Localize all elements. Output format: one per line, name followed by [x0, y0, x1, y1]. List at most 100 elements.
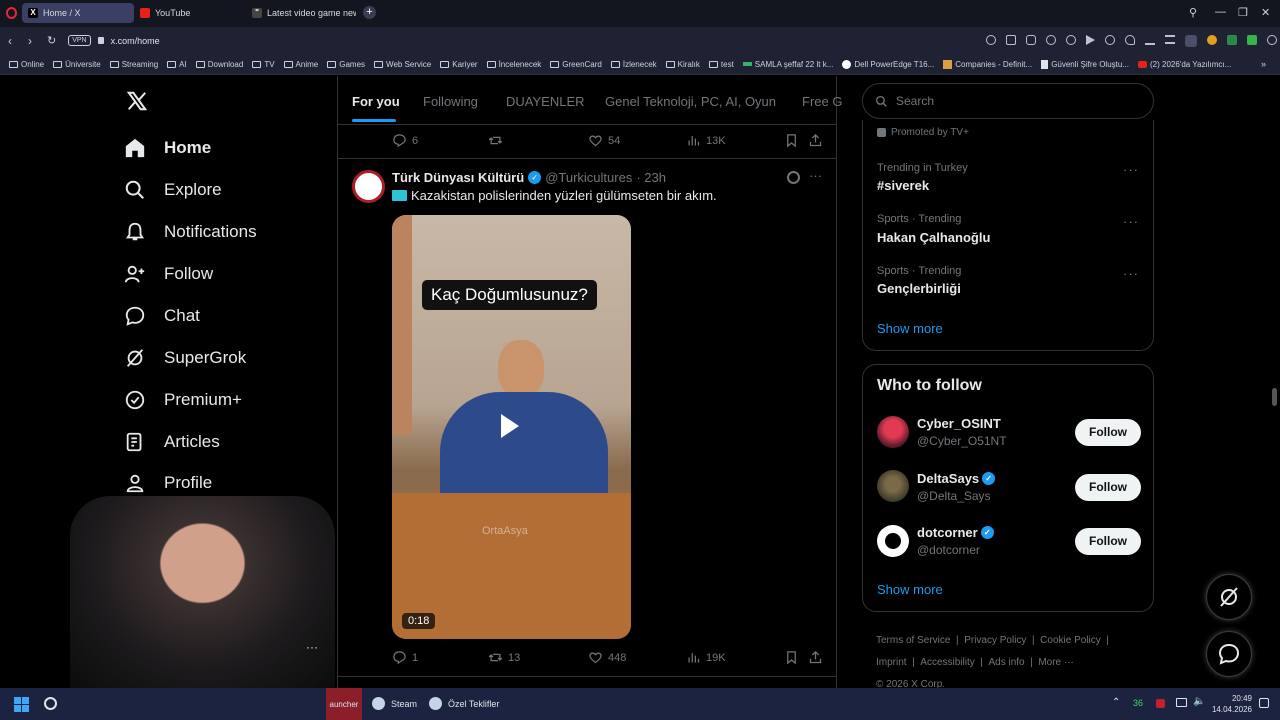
post-handle[interactable]: @Turkicultures — [545, 170, 632, 185]
search-tabs-icon[interactable]: ⚲ — [1189, 6, 1197, 19]
tab-duayenler[interactable]: DUAYENLER — [506, 94, 585, 109]
share-button[interactable] — [808, 133, 823, 148]
bookmark-item[interactable]: Games — [327, 60, 365, 69]
network-icon[interactable] — [1176, 698, 1187, 707]
nav-articles[interactable]: Articles — [124, 431, 220, 453]
menu-icon[interactable] — [1165, 35, 1175, 44]
nav-follow[interactable]: Follow — [124, 263, 213, 285]
like-button[interactable]: 54 — [588, 133, 620, 148]
close-window-icon[interactable]: ✕ — [1261, 6, 1270, 19]
repost-button[interactable] — [488, 133, 503, 148]
vpn-badge[interactable]: VPN — [68, 35, 91, 46]
nav-explore[interactable]: Explore — [124, 179, 222, 201]
bookmarks-overflow-icon[interactable]: » — [1261, 59, 1266, 69]
download-icon[interactable] — [1145, 35, 1155, 45]
bookmark-item[interactable]: Online — [9, 60, 44, 69]
tray-chevron-icon[interactable]: ⌃ — [1112, 697, 1120, 708]
windows-start-icon[interactable] — [14, 697, 29, 712]
colorful-extension-icon[interactable] — [1207, 35, 1217, 45]
account-menu-dots[interactable]: ··· — [306, 640, 318, 654]
post-time[interactable]: · 23h — [636, 170, 666, 185]
bookmark-item[interactable]: GreenCard — [550, 60, 602, 69]
shield-extension-icon[interactable] — [1227, 35, 1237, 45]
footer-privacy[interactable]: Privacy Policy — [964, 635, 1026, 646]
bookmark-item[interactable]: Download — [195, 60, 243, 69]
taskbar-app-launcher[interactable]: auncher — [326, 688, 362, 720]
tray-red-icon[interactable] — [1156, 699, 1165, 708]
views-button[interactable]: 13K — [686, 133, 726, 148]
views-button[interactable]: 19K — [686, 650, 726, 665]
bookmark-item[interactable]: AI — [167, 60, 187, 69]
zoom-icon[interactable] — [986, 35, 996, 45]
account-name[interactable]: DeltaSays ✓ — [917, 471, 996, 486]
speaker-icon[interactable]: 🔈 — [1193, 696, 1205, 707]
x-logo-icon[interactable] — [126, 90, 148, 117]
opera-logo-icon[interactable] — [6, 7, 17, 19]
maximize-icon[interactable]: ❐ — [1238, 6, 1248, 19]
bookmark-item[interactable]: Anime — [283, 60, 318, 69]
bookmark-item[interactable]: Streaming — [109, 60, 158, 69]
tray-number[interactable]: 36 — [1133, 698, 1143, 708]
grok-floating-button[interactable] — [1206, 574, 1252, 620]
taskbar-app-steam[interactable]: Steam — [372, 697, 417, 710]
search-box[interactable]: Search — [862, 83, 1154, 119]
nav-profile[interactable]: Profile — [124, 472, 212, 494]
trend-more-icon[interactable]: ··· — [1123, 266, 1139, 281]
bookmark-item[interactable]: test — [708, 60, 734, 69]
new-tab-button[interactable]: + — [363, 6, 376, 19]
heart-icon[interactable] — [1125, 35, 1135, 45]
bookmark-item[interactable]: İzlenecek — [610, 60, 657, 69]
reload-icon[interactable]: ↻ — [47, 34, 56, 47]
share-button[interactable] — [808, 650, 823, 665]
follow-button[interactable]: Follow — [1075, 474, 1141, 501]
post-author[interactable]: Türk Dünyası Kültürü — [392, 170, 524, 185]
extension-icon[interactable] — [1046, 35, 1056, 45]
reply-button[interactable]: 6 — [392, 133, 418, 148]
taskbar-app-ozel-teklifler[interactable]: Özel Teklifler — [429, 697, 499, 710]
tab-free-g[interactable]: Free G — [802, 94, 842, 109]
bookmark-item[interactable]: Kiralık — [665, 60, 700, 69]
tab-following[interactable]: Following — [423, 94, 478, 109]
settings-extension-icon[interactable] — [1267, 35, 1277, 45]
footer-ads-info[interactable]: Ads info — [988, 657, 1024, 668]
footer-accessibility[interactable]: Accessibility — [920, 657, 974, 668]
back-icon[interactable]: ‹ — [8, 34, 12, 48]
messages-floating-button[interactable] — [1206, 631, 1252, 677]
bookmark-item[interactable]: Kariyer — [440, 60, 478, 69]
account-name[interactable]: Cyber_OSINT — [917, 416, 1001, 431]
grok-explain-icon[interactable] — [787, 171, 800, 184]
bookmark-item[interactable]: Dell PowerEdge T16... — [842, 59, 934, 69]
avatar[interactable] — [877, 470, 909, 502]
vpn-shield-icon[interactable] — [1066, 35, 1076, 45]
avatar[interactable] — [877, 525, 909, 557]
nav-notifications[interactable]: Notifications — [124, 221, 257, 243]
bookmark-button[interactable] — [784, 133, 799, 148]
minimize-icon[interactable]: — — [1215, 6, 1226, 18]
trend-more-icon[interactable]: ··· — [1123, 214, 1139, 229]
tab-for-you[interactable]: For you — [352, 94, 400, 109]
like-button[interactable]: 448 — [588, 650, 626, 665]
bookmark-item[interactable]: Web Service — [374, 60, 431, 69]
bookmark-item[interactable]: SAMLA şeffaf 22 lt k... — [742, 60, 833, 69]
bookmark-item[interactable]: TV — [252, 60, 275, 69]
trends-show-more[interactable]: Show more — [877, 321, 943, 336]
nav-home[interactable]: Home — [124, 137, 211, 159]
play-icon[interactable] — [501, 414, 519, 438]
notifications-icon[interactable] — [1259, 698, 1269, 708]
profile-extension-icon[interactable] — [1185, 35, 1197, 47]
bookmark-item[interactable]: Üniversite — [53, 60, 101, 69]
tab-home-x[interactable]: X Home / X — [22, 3, 134, 23]
bookmark-item[interactable]: Güvenli Şifre Oluştu... — [1041, 59, 1129, 69]
bookmark-button[interactable] — [784, 650, 799, 665]
footer-cookie[interactable]: Cookie Policy — [1040, 635, 1101, 646]
bookmark-item[interactable]: İncelenecek — [486, 60, 541, 69]
nav-chat[interactable]: Chat — [124, 305, 200, 327]
repost-button[interactable]: 13 — [488, 650, 520, 665]
bookmark-item[interactable]: Companies - Definit... — [943, 59, 1032, 69]
play-icon[interactable] — [1086, 35, 1095, 45]
forward-icon[interactable]: › — [28, 34, 32, 48]
post-more-icon[interactable]: ··· — [809, 168, 822, 183]
trend-more-icon[interactable]: ··· — [1123, 162, 1139, 177]
clock[interactable]: 20:49 14.04.2026 — [1208, 693, 1252, 715]
post-video[interactable]: Kaç Doğumlusunuz? OrtaAsya 0:18 — [392, 215, 631, 639]
